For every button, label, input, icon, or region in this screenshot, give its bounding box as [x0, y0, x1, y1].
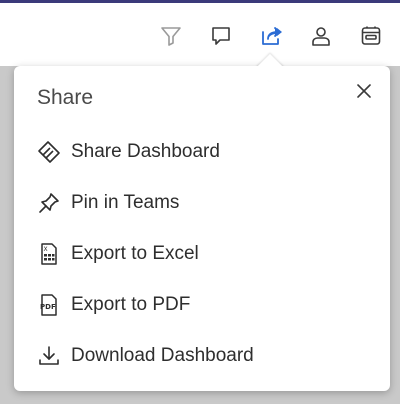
close-icon[interactable] [352, 79, 376, 103]
filter-icon[interactable] [157, 22, 185, 50]
comment-icon[interactable] [207, 22, 235, 50]
panel-title: Share [37, 86, 94, 109]
menu-item-export-pdf[interactable]: PDF Export to PDF [14, 285, 390, 325]
menu-item-download-dashboard[interactable]: Download Dashboard [14, 336, 390, 376]
svg-text:X: X [44, 246, 48, 253]
share-dashboard-icon [36, 139, 62, 165]
menu-item-label: Share Dashboard [71, 141, 220, 162]
menu-item-label: Export to PDF [71, 294, 191, 315]
share-panel: Share Share Dashboard Pin in Teams X Exp… [14, 66, 390, 391]
menu-item-share-dashboard[interactable]: Share Dashboard [14, 132, 390, 172]
excel-icon: X [36, 241, 62, 267]
svg-text:PDF: PDF [40, 303, 56, 311]
pin-icon [36, 190, 62, 216]
menu-item-export-excel[interactable]: X Export to Excel [14, 234, 390, 274]
pdf-icon: PDF [36, 292, 62, 318]
top-toolbar [0, 0, 400, 66]
menu-item-label: Pin in Teams [71, 192, 180, 213]
person-icon[interactable] [307, 22, 335, 50]
menu-item-pin-in-teams[interactable]: Pin in Teams [14, 183, 390, 223]
download-icon [36, 343, 62, 369]
menu-item-label: Export to Excel [71, 243, 199, 264]
app-icon[interactable] [357, 22, 385, 50]
share-icon[interactable] [258, 22, 286, 50]
menu-item-label: Download Dashboard [71, 345, 254, 366]
